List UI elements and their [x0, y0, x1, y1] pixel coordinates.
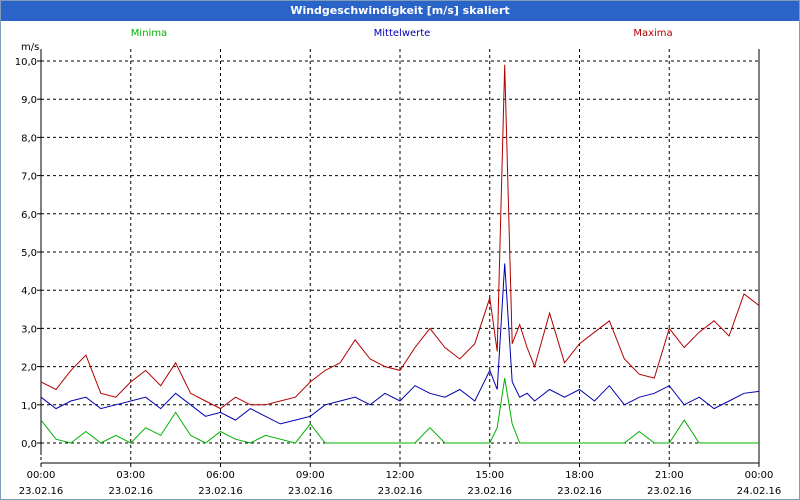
y-tick-label: 4,0 [21, 286, 37, 297]
x-tick-date-label: 23.02.16 [378, 486, 423, 497]
x-tick-date-label: 23.02.16 [19, 486, 64, 497]
legend-item-maxima: Maxima [633, 28, 672, 39]
y-tick-label: 8,0 [21, 133, 37, 144]
x-tick-date-label: 23.02.16 [108, 486, 153, 497]
chart-plot: m/s 0,0 1,0 2,0 3,0 4,0 5,0 6,0 7,0 8,0 9,0 10,0 0… [15, 28, 782, 497]
legend-item-mittelwerte: Mittelwerte [374, 28, 431, 39]
y-tick-label: 3,0 [21, 324, 37, 335]
y-axis-label: m/s [21, 42, 39, 53]
x-tick-time-label: 21:00 [655, 470, 684, 481]
x-tick-time-label: 00:00 [27, 470, 56, 481]
chart-title: Windgeschwindigkeit [m/s] skaliert [290, 4, 510, 17]
x-tick-time-label: 09:00 [296, 470, 325, 481]
x-tick-date-label: 23.02.16 [288, 486, 333, 497]
y-tick-label: 2,0 [21, 363, 37, 374]
x-tick-time-label: 00:00 [745, 470, 774, 481]
x-tick-date-label: 23.02.16 [467, 486, 512, 497]
x-tick-date-label: 23.02.16 [647, 486, 692, 497]
x-tick-date-label: 24.02.16 [737, 486, 782, 497]
y-tick-label: 5,0 [21, 248, 37, 259]
x-tick-date-label: 23.02.16 [198, 486, 243, 497]
chart-window: Windgeschwindigkeit [m/s] skaliert m/s 0… [0, 0, 800, 500]
x-tick-time-label: 15:00 [475, 470, 504, 481]
x-tick-time-label: 18:00 [565, 470, 594, 481]
legend-item-minima: Minima [131, 28, 167, 39]
x-tick-date-label: 23.02.16 [557, 486, 602, 497]
y-tick-label: 6,0 [21, 210, 37, 221]
y-tick-label: 0,0 [21, 439, 37, 450]
y-tick-label: 1,0 [21, 401, 37, 412]
x-tick-time-label: 06:00 [206, 470, 235, 481]
title-bar: Windgeschwindigkeit [m/s] skaliert [1, 1, 799, 21]
x-tick-time-label: 03:00 [116, 470, 145, 481]
y-tick-label: 7,0 [21, 172, 37, 183]
x-tick-time-label: 12:00 [386, 470, 415, 481]
y-tick-label: 9,0 [21, 95, 37, 106]
y-tick-label: 10,0 [15, 57, 37, 68]
